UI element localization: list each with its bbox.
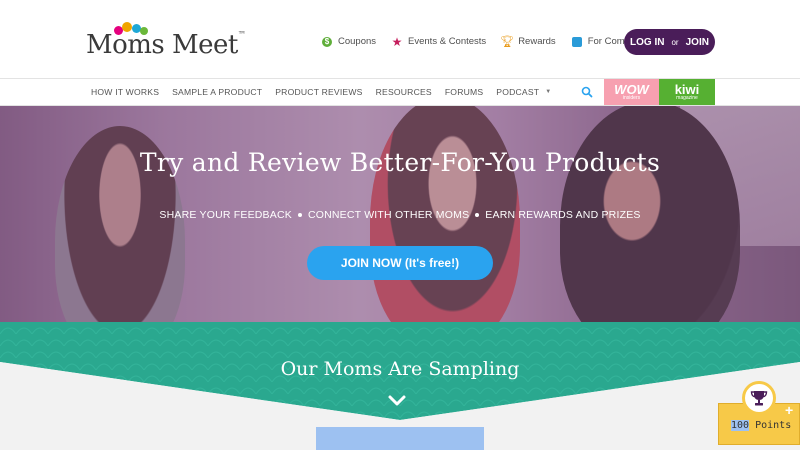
- search-icon[interactable]: [580, 85, 594, 99]
- hero-banner: Try and Review Better-For-You Products S…: [0, 106, 800, 322]
- coupon-dollar-icon: $: [322, 36, 332, 47]
- utility-links: $ Coupons ★ Events & Contests 🏆︎ Rewards…: [322, 34, 669, 49]
- nav-resources[interactable]: RESOURCES: [376, 87, 432, 97]
- caret-down-icon: ▼: [545, 89, 552, 95]
- main-nav: HOW IT WORKS SAMPLE A PRODUCT PRODUCT RE…: [0, 78, 800, 106]
- login-label[interactable]: LOG IN: [630, 37, 664, 48]
- hero-sub-feedback: SHARE YOUR FEEDBACK: [159, 209, 292, 221]
- nav-product-reviews[interactable]: PRODUCT REVIEWS: [275, 87, 362, 97]
- coupons-label: Coupons: [338, 36, 377, 47]
- trophy-icon: [750, 391, 768, 406]
- coupons-link[interactable]: $ Coupons: [322, 36, 376, 47]
- nav-how-it-works[interactable]: HOW IT WORKS: [91, 87, 159, 97]
- trophy-badge[interactable]: [742, 381, 776, 415]
- moms-meet-logo[interactable]: Moms Meet™: [86, 20, 246, 60]
- site-header: Moms Meet™ $ Coupons ★ Events & Contests…: [0, 0, 800, 78]
- nav-podcast[interactable]: PODCAST ▼: [496, 87, 551, 97]
- wow-insiders-badge[interactable]: WOW insiders: [604, 79, 659, 105]
- briefcase-icon: [571, 36, 582, 47]
- events-contests-label: Events & Contests: [408, 36, 487, 47]
- events-contests-link[interactable]: ★ Events & Contests: [391, 34, 487, 49]
- or-label: or: [671, 37, 679, 47]
- hero-subtitle: SHARE YOUR FEEDBACK CONNECT WITH OTHER MO…: [0, 209, 800, 221]
- nav-podcast-label: PODCAST: [496, 87, 540, 97]
- points-value: 100: [731, 420, 750, 431]
- trophy-icon: 🏆︎: [500, 36, 515, 48]
- chevron-down-icon[interactable]: [387, 394, 407, 408]
- rewards-label: Rewards: [518, 36, 556, 47]
- login-join-button[interactable]: LOG IN or JOIN: [624, 29, 715, 55]
- kiwi-sub-label: magazine: [676, 95, 698, 101]
- nav-sample-a-product[interactable]: SAMPLE A PRODUCT: [172, 87, 262, 97]
- hero-sub-connect: CONNECT WITH OTHER MOMS: [307, 209, 470, 221]
- hero-sub-rewards: EARN REWARDS AND PRIZES: [485, 209, 641, 221]
- points-text: 100 Points: [731, 420, 791, 431]
- plus-icon: +: [785, 402, 794, 418]
- rewards-link[interactable]: 🏆︎ Rewards: [500, 36, 556, 48]
- nav-items: HOW IT WORKS SAMPLE A PRODUCT PRODUCT RE…: [91, 79, 564, 105]
- sampling-section: Our Moms Are Sampling: [0, 322, 800, 450]
- bullet-icon: [475, 213, 480, 218]
- wow-sub-label: insiders: [622, 95, 641, 101]
- join-label[interactable]: JOIN: [686, 37, 709, 48]
- points-label: Points: [755, 420, 792, 431]
- logo-text: Moms Meet™: [86, 30, 246, 60]
- kiwi-magazine-badge[interactable]: kiwi magazine: [659, 79, 715, 105]
- hero-title: Try and Review Better-For-You Products: [139, 148, 661, 177]
- sample-product-card[interactable]: [316, 427, 484, 450]
- star-icon: ★: [391, 34, 403, 49]
- nav-forums[interactable]: FORUMS: [445, 87, 483, 97]
- sampling-title: Our Moms Are Sampling: [280, 358, 520, 380]
- bullet-icon: [297, 213, 302, 218]
- join-now-button[interactable]: JOIN NOW (It's free!): [307, 246, 493, 280]
